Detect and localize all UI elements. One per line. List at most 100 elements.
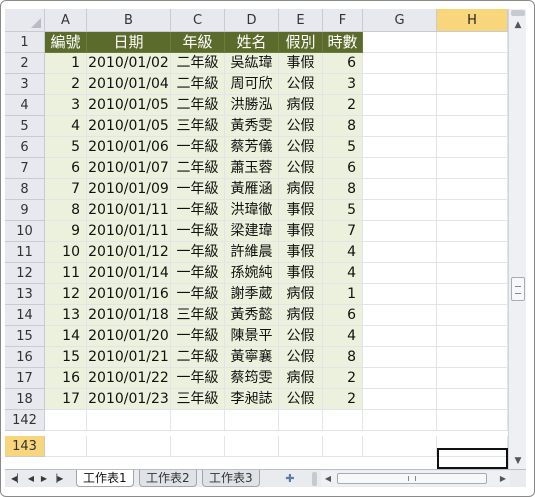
cell-g[interactable] xyxy=(363,347,437,368)
cell-f[interactable]: 5 xyxy=(323,200,363,221)
cell-g[interactable] xyxy=(363,305,437,326)
cell-g[interactable] xyxy=(363,389,437,410)
cell-f[interactable]: 1 xyxy=(323,284,363,305)
row-header[interactable]: 143 xyxy=(5,436,45,457)
row-header[interactable]: 14 xyxy=(5,305,45,326)
row-header[interactable]: 5 xyxy=(5,116,45,137)
empty-cell[interactable] xyxy=(279,410,323,431)
cell-g[interactable] xyxy=(363,32,437,53)
cell-c[interactable]: 二年級 xyxy=(171,158,225,179)
vertical-scrollbar[interactable]: ▲ ▼ xyxy=(508,9,526,469)
cell-a[interactable]: 14 xyxy=(45,326,87,347)
cell-h[interactable] xyxy=(437,221,508,242)
cell-g[interactable] xyxy=(363,53,437,74)
cell-d[interactable]: 許維晨 xyxy=(225,242,279,263)
cell-f[interactable]: 3 xyxy=(323,74,363,95)
cell-e[interactable]: 公假 xyxy=(279,116,323,137)
row-header[interactable]: 1 xyxy=(5,32,45,53)
next-sheet-icon[interactable]: ▶ xyxy=(38,472,50,486)
cell-f[interactable]: 6 xyxy=(323,158,363,179)
cell-a[interactable]: 5 xyxy=(45,137,87,158)
tab-sheet-2[interactable]: 工作表2 xyxy=(139,470,197,487)
row-header[interactable]: 8 xyxy=(5,179,45,200)
cell-h[interactable] xyxy=(437,284,508,305)
cell-h[interactable] xyxy=(437,242,508,263)
tab-sheet-1[interactable]: 工作表1 xyxy=(76,470,134,487)
cell-c[interactable]: 一年級 xyxy=(171,179,225,200)
cell-d[interactable]: 吳紘瑋 xyxy=(225,53,279,74)
cell-d[interactable]: 陳景平 xyxy=(225,326,279,347)
row-header[interactable]: 15 xyxy=(5,326,45,347)
cell-g[interactable] xyxy=(363,137,437,158)
cell-g[interactable] xyxy=(363,200,437,221)
cell-f[interactable]: 8 xyxy=(323,347,363,368)
cell-d[interactable]: 周可欣 xyxy=(225,74,279,95)
cell-f[interactable]: 6 xyxy=(323,53,363,74)
cell-f[interactable]: 2 xyxy=(323,368,363,389)
empty-cell[interactable] xyxy=(437,410,508,431)
cell-g[interactable] xyxy=(363,179,437,200)
cell-c[interactable]: 一年級 xyxy=(171,221,225,242)
cell-h[interactable] xyxy=(437,326,508,347)
row-header[interactable]: 16 xyxy=(5,347,45,368)
cell-e[interactable]: 公假 xyxy=(279,137,323,158)
cell-a[interactable]: 6 xyxy=(45,158,87,179)
select-all-button[interactable] xyxy=(5,9,45,32)
cell-b[interactable]: 2010/01/02 xyxy=(87,53,171,74)
cell-c[interactable]: 一年級 xyxy=(171,263,225,284)
empty-cell[interactable] xyxy=(87,410,171,431)
cell-e[interactable]: 事假 xyxy=(279,263,323,284)
cell-a[interactable]: 13 xyxy=(45,305,87,326)
cell-g[interactable] xyxy=(363,74,437,95)
cell-f[interactable]: 8 xyxy=(323,116,363,137)
cell-b[interactable]: 2010/01/23 xyxy=(87,389,171,410)
cell-b[interactable]: 2010/01/07 xyxy=(87,158,171,179)
row-header[interactable]: 3 xyxy=(5,74,45,95)
cell-a[interactable]: 4 xyxy=(45,116,87,137)
tab-sheet-3[interactable]: 工作表3 xyxy=(202,470,260,487)
cell-a[interactable]: 9 xyxy=(45,221,87,242)
cell-c[interactable]: 年級 xyxy=(171,32,225,53)
cell-b[interactable]: 2010/01/14 xyxy=(87,263,171,284)
insert-sheet-icon[interactable]: ✚ xyxy=(282,471,298,486)
cell-a[interactable]: 15 xyxy=(45,347,87,368)
scroll-right-icon[interactable]: ▶ xyxy=(496,471,510,486)
cell-c[interactable]: 一年級 xyxy=(171,284,225,305)
cell-d[interactable]: 孫婉純 xyxy=(225,263,279,284)
row-header[interactable]: 7 xyxy=(5,158,45,179)
row-header[interactable]: 6 xyxy=(5,137,45,158)
cell-b[interactable]: 2010/01/12 xyxy=(87,242,171,263)
cell-c[interactable]: 三年級 xyxy=(171,305,225,326)
cell-d[interactable]: 黃秀雯 xyxy=(225,116,279,137)
cell-d[interactable]: 黃寧襄 xyxy=(225,347,279,368)
cell-c[interactable]: 二年級 xyxy=(171,53,225,74)
empty-cell[interactable] xyxy=(225,436,279,457)
empty-cell[interactable] xyxy=(363,410,437,431)
cell-c[interactable]: 三年級 xyxy=(171,389,225,410)
cell-a[interactable]: 10 xyxy=(45,242,87,263)
cell-a[interactable]: 3 xyxy=(45,95,87,116)
cell-a[interactable]: 2 xyxy=(45,74,87,95)
empty-cell[interactable] xyxy=(279,436,323,457)
cell-b[interactable]: 2010/01/05 xyxy=(87,95,171,116)
cell-b[interactable]: 2010/01/11 xyxy=(87,200,171,221)
cell-g[interactable] xyxy=(363,221,437,242)
cell-g[interactable] xyxy=(363,368,437,389)
cell-g[interactable] xyxy=(363,284,437,305)
cell-b[interactable]: 2010/01/06 xyxy=(87,137,171,158)
row-header[interactable]: 11 xyxy=(5,242,45,263)
cell-e[interactable]: 公假 xyxy=(279,326,323,347)
cell-c[interactable]: 二年級 xyxy=(171,347,225,368)
row-header[interactable]: 17 xyxy=(5,368,45,389)
cell-e[interactable]: 公假 xyxy=(279,347,323,368)
cell-h[interactable] xyxy=(437,53,508,74)
cell-c[interactable]: 一年級 xyxy=(171,368,225,389)
active-cell-selection[interactable] xyxy=(437,448,508,469)
column-header-f[interactable]: F xyxy=(323,9,363,32)
last-sheet-icon[interactable]: ▕▶ xyxy=(51,472,63,486)
cell-b[interactable]: 2010/01/11 xyxy=(87,221,171,242)
cell-d[interactable]: 洪勝泓 xyxy=(225,95,279,116)
cell-e[interactable]: 病假 xyxy=(279,305,323,326)
cell-f[interactable]: 4 xyxy=(323,326,363,347)
cell-d[interactable]: 李昶誌 xyxy=(225,389,279,410)
